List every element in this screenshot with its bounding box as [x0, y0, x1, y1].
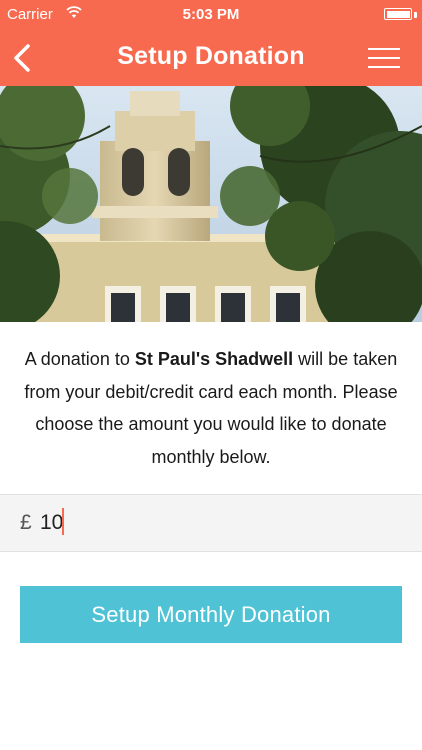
currency-symbol: £: [20, 511, 32, 534]
amount-row: £: [0, 494, 422, 552]
page-title: Setup Donation: [117, 42, 305, 70]
text-caret: [62, 508, 64, 535]
church-photo: [0, 86, 422, 322]
menu-button[interactable]: [368, 44, 400, 72]
donation-description: A donation to St Paul's Shadwell will be…: [20, 343, 402, 473]
description-prefix: A donation to: [24, 349, 135, 369]
battery-tip: [414, 12, 417, 18]
amount-input[interactable]: [40, 505, 380, 541]
battery-icon: [384, 8, 412, 20]
church-name: St Paul's Shadwell: [134, 349, 294, 369]
status-time: 5:03 PM: [182, 6, 240, 23]
chevron-left-icon: [14, 44, 30, 72]
back-button[interactable]: [6, 38, 46, 78]
setup-monthly-donation-button[interactable]: Setup Monthly Donation: [20, 586, 402, 643]
status-bar: Carrier 5:03 PM: [0, 0, 422, 30]
hamburger-menu-icon: [368, 48, 400, 50]
navigation-bar: Setup Donation: [0, 30, 422, 86]
